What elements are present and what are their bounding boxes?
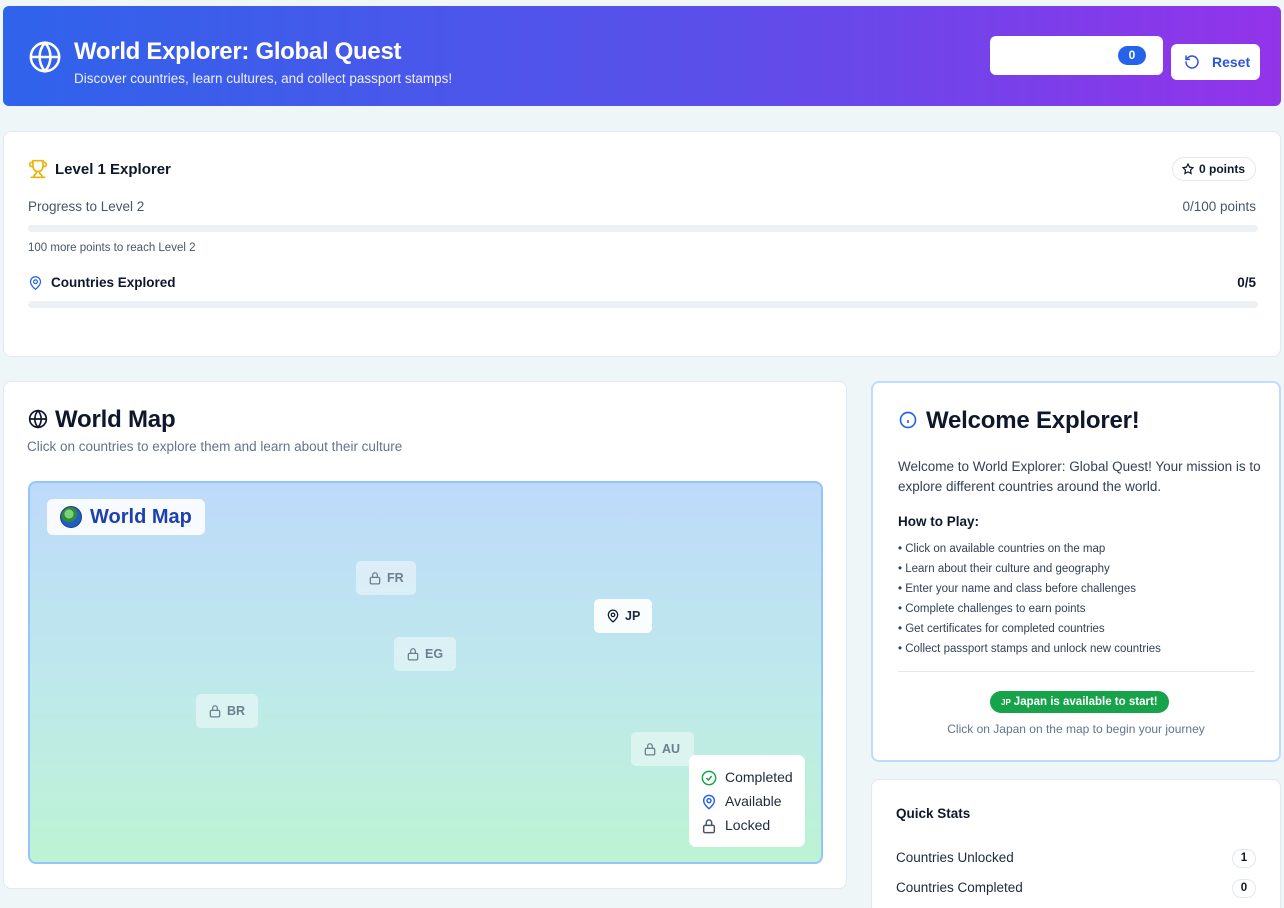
available-text: Japan is available to start! xyxy=(1013,696,1158,708)
app-subtitle: Discover countries, learn cultures, and … xyxy=(74,71,453,86)
quick-stats-title: Quick Stats xyxy=(896,806,971,821)
country-code: EG xyxy=(425,647,444,661)
points-badge: 0 points xyxy=(1171,157,1256,181)
countries-progress-bar xyxy=(28,301,1258,308)
lock-icon xyxy=(644,743,656,756)
country-eg[interactable]: EG xyxy=(394,637,456,671)
map-chip: World Map xyxy=(47,499,205,535)
stat-value-badge: 1 xyxy=(1232,849,1256,868)
earth-icon xyxy=(60,506,82,528)
info-icon xyxy=(899,411,917,429)
stat-value-badge: 0 xyxy=(1232,879,1256,898)
reset-button[interactable]: Reset xyxy=(1171,44,1260,80)
lock-icon xyxy=(209,705,221,718)
map-pin-icon xyxy=(702,794,716,810)
quick-stats-card: Quick Stats Countries Unlocked 1 Countri… xyxy=(871,779,1281,908)
level-title: Level 1 Explorer xyxy=(55,161,171,178)
country-code: JP xyxy=(625,609,641,623)
star-icon xyxy=(1181,163,1194,175)
country-br[interactable]: BR xyxy=(196,694,258,728)
available-hint: Click on Japan on the map to begin your … xyxy=(947,722,1205,736)
passport-stamp-counter[interactable]: 0 xyxy=(990,36,1163,75)
level-progress-label: Progress to Level 2 xyxy=(28,199,145,214)
country-code: FR xyxy=(387,571,404,585)
lock-icon xyxy=(702,819,716,834)
welcome-card: Welcome Explorer! Welcome to World Explo… xyxy=(871,381,1281,762)
level-progress-bar xyxy=(28,225,1258,232)
list-item: • Enter your name and class before chall… xyxy=(898,583,1136,595)
level-progress-value: 0/100 points xyxy=(1182,199,1256,214)
list-item: • Learn about their culture and geograph… xyxy=(898,563,1110,575)
country-code: AU xyxy=(662,742,681,756)
reset-label: Reset xyxy=(1212,54,1251,70)
points-label: 0 points xyxy=(1198,162,1245,176)
list-item: • Collect passport stamps and unlock new… xyxy=(898,643,1161,655)
country-fr[interactable]: FR xyxy=(356,561,416,595)
world-map-card: World Map Click on countries to explore … xyxy=(3,381,847,889)
countries-explored-label: Countries Explored xyxy=(51,275,176,290)
lock-icon xyxy=(369,572,381,585)
country-au[interactable]: AU xyxy=(631,732,694,766)
check-circle-icon xyxy=(701,770,717,786)
japan-available-badge: JP Japan is available to start! xyxy=(990,691,1169,713)
level-hint: 100 more points to reach Level 2 xyxy=(28,242,196,254)
how-to-play-title: How to Play: xyxy=(898,514,980,529)
country-jp[interactable]: JP xyxy=(594,599,652,633)
list-item: • Click on available countries on the ma… xyxy=(898,543,1106,555)
reset-icon xyxy=(1185,55,1199,69)
trophy-icon xyxy=(28,159,48,179)
lock-icon xyxy=(407,648,419,661)
how-to-play-list: • Click on available countries on the ma… xyxy=(898,539,1161,659)
world-map[interactable]: World Map FR JP EG BR AU Completed Avail… xyxy=(28,481,823,864)
country-code: JP xyxy=(1001,698,1011,707)
map-pin-icon xyxy=(607,609,619,623)
app-title: World Explorer: Global Quest xyxy=(74,38,402,65)
stat-label: Countries Completed xyxy=(896,880,1023,895)
stamp-count-badge: 0 xyxy=(1118,46,1146,65)
countries-explored-value: 0/5 xyxy=(1237,275,1256,290)
globe-icon xyxy=(29,40,61,74)
divider xyxy=(898,671,1255,672)
map-legend: Completed Available Locked xyxy=(689,755,805,847)
stat-label: Countries Unlocked xyxy=(896,850,1014,865)
list-item: • Get certificates for completed countri… xyxy=(898,623,1105,635)
app-header: World Explorer: Global Quest Discover co… xyxy=(3,6,1281,106)
list-item: • Complete challenges to earn points xyxy=(898,603,1086,615)
welcome-title: Welcome Explorer! xyxy=(926,407,1140,434)
progress-card: Level 1 Explorer 0 points Progress to Le… xyxy=(3,131,1281,357)
globe-icon xyxy=(28,409,48,429)
map-title: World Map xyxy=(55,406,176,433)
country-code: BR xyxy=(227,704,246,718)
welcome-text: Welcome to World Explorer: Global Quest!… xyxy=(898,459,1261,494)
map-pin-icon xyxy=(29,276,42,291)
map-chip-label: World Map xyxy=(90,506,192,528)
map-description: Click on countries to explore them and l… xyxy=(27,439,403,454)
